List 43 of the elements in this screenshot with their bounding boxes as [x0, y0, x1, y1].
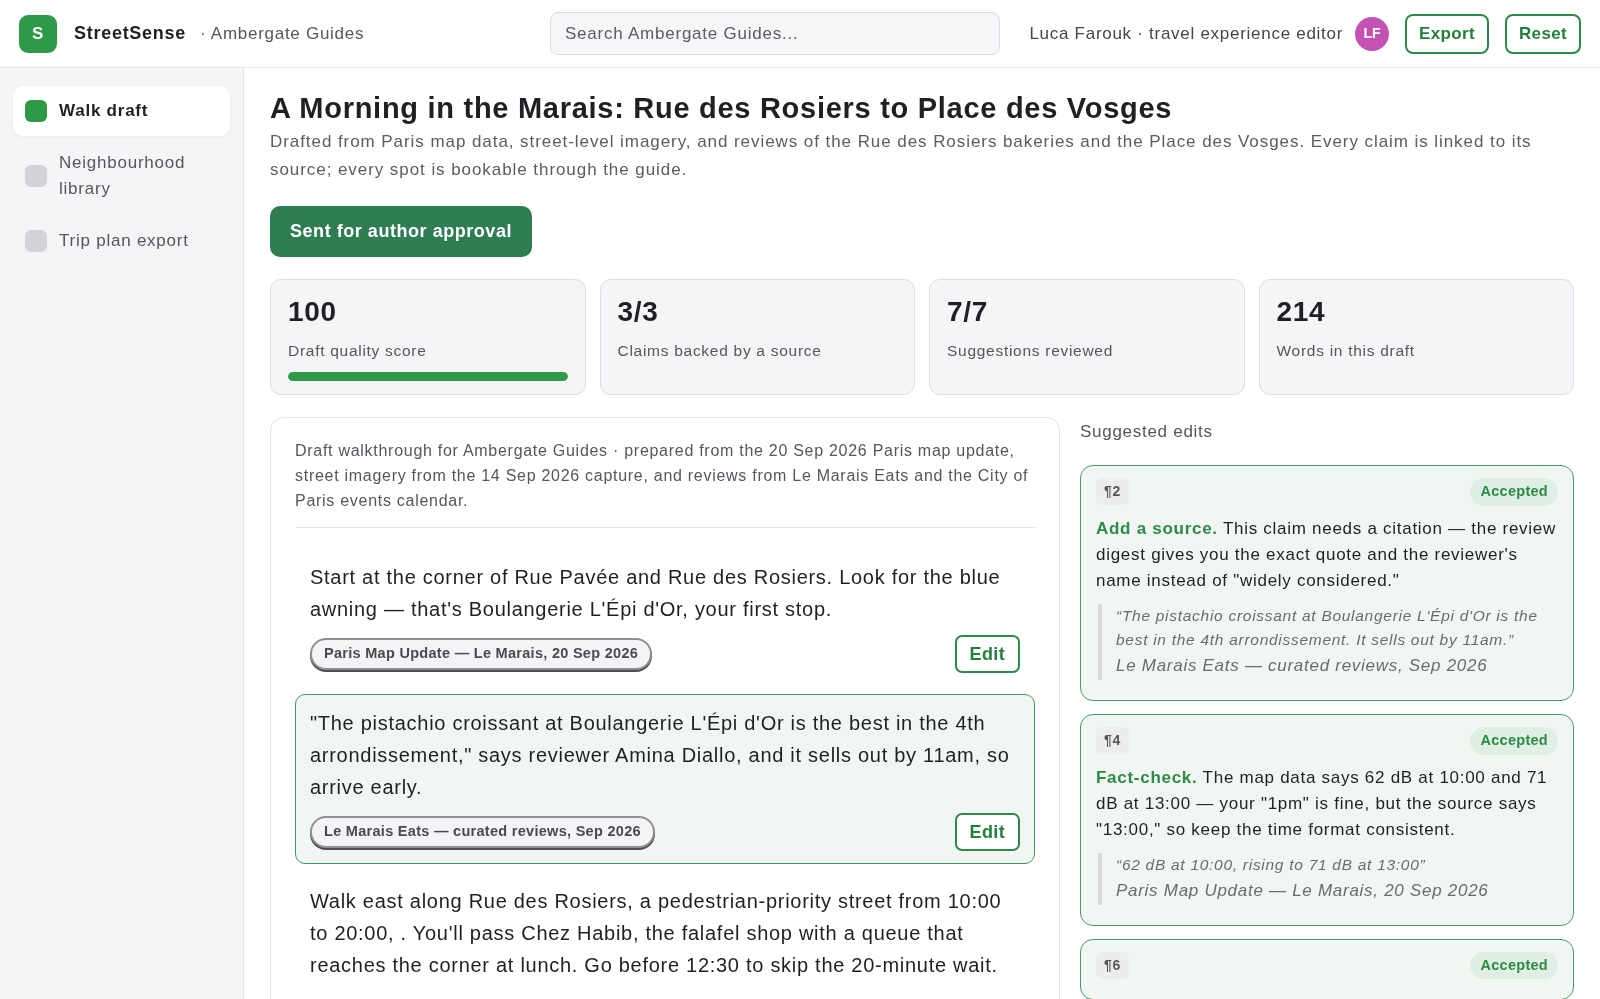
sidebar-item[interactable]: Trip plan export [13, 216, 230, 266]
source-tag: Le Marais Eats — curated reviews, Sep 2026 [310, 816, 655, 848]
stat-label: Claims backed by a source [617, 341, 823, 361]
page-subtitle: Drafted from Paris map data, street-level imagery, and reviews of the Rue des Rosiers bakeries and the Place des Vosges. Every claim is linked to its source; every spot is bookable through the guide. [270, 131, 1533, 181]
status-badge: Accepted [1470, 478, 1558, 506]
quote-text: “The pistachio croissant at Boulangerie L'Épi d'Or is the best in the 4th arrondissement. It sells out by 11am.” [1116, 605, 1539, 650]
page-title: A Morning in the Marais: Rue des Rosiers to Place des Vosges [270, 91, 1174, 126]
stat-label: Draft quality score [288, 341, 428, 361]
status-badge: Accepted [1470, 726, 1558, 755]
suggestion-text: Fact-check. The map data says 62 dB at 10:00 and 71 dB at 13:00 — your "1pm" is fine, but the source says "13:00," so keep the time format consistent. [1096, 766, 1549, 841]
stat-label: Suggestions reviewed [947, 341, 1115, 361]
sidebar-item[interactable]: Walk draft [13, 86, 230, 136]
quote-source: Le Marais Eats — curated reviews, Sep 2026 [1116, 654, 1489, 677]
edit-button[interactable]: Edit [954, 635, 1020, 673]
status-badge: Accepted [1470, 951, 1558, 980]
section-heading: Suggested edits [1080, 421, 1214, 443]
quote-text: “62 dB at 10:00, rising to 71 dB at 13:00” [1116, 854, 1427, 875]
stat-label: Words in this draft [1276, 341, 1416, 361]
user-avatar: LF [1355, 16, 1390, 51]
edit-button[interactable]: Edit [954, 813, 1020, 851]
app-logo: S [19, 14, 57, 53]
source-tag: Paris Map Update — Le Marais, 20 Sep 2026 [310, 638, 653, 670]
paragraph-text: Walk east along Rue des Rosiers, a pedestrian-priority street from 10:00 to 20:00, . You'll pass Chez Habib, the falafel shop with a queue that reaches the corner at lunch. Go before 12:30 to skip the 20-minute wait. [310, 889, 1003, 978]
paragraph-tag: ¶6 [1096, 951, 1129, 979]
export-button[interactable]: Export [1405, 13, 1489, 54]
stat-value: 3/3 [617, 295, 660, 329]
workspace-name: · Ambergate Guides [200, 22, 365, 45]
draft-intro: Draft walkthrough for Ambergate Guides · prepared from the 20 Sep 2026 Paris map update, street imagery from the 14 Sep 2026 capture, and reviews from Le Marais Eats and the City of Paris events calendar. [295, 441, 1030, 511]
paragraph-text: "The pistachio croissant at Boulangerie L'Épi d'Or is the best in the 4th arrondissement," says reviewer Amina Diallo, and it sells out by 11am, so arrive early. [310, 711, 1011, 800]
paragraph-tag: ¶4 [1096, 727, 1129, 755]
approval-button[interactable]: Sent for author approval [270, 206, 532, 257]
paragraph-tag: ¶2 [1096, 478, 1129, 506]
brand-name: StreetSense [74, 22, 186, 45]
sidebar-item[interactable]: Neighbourhood library [13, 138, 230, 214]
stat-value: 214 [1276, 295, 1327, 329]
quote-source: Paris Map Update — Le Marais, 20 Sep 2026 [1116, 879, 1490, 902]
stat-value: 100 [288, 295, 338, 329]
search-field[interactable]: Search Ambergate Guides... [550, 12, 1000, 55]
stat-value: 7/7 [947, 295, 990, 329]
suggestion-text: Add a source. This claim needs a citation — the review digest gives you the exact quote and the reviewer's name instead of "widely considered." [1096, 517, 1557, 592]
paragraph-text: Start at the corner of Rue Pavée and Rue des Rosiers. Look for the blue awning — that's Boulangerie L'Épi d'Or, your first stop. [310, 565, 1002, 622]
reset-button[interactable]: Reset [1505, 13, 1581, 54]
user-name: Luca Farouk · travel experience editor [1029, 22, 1344, 45]
